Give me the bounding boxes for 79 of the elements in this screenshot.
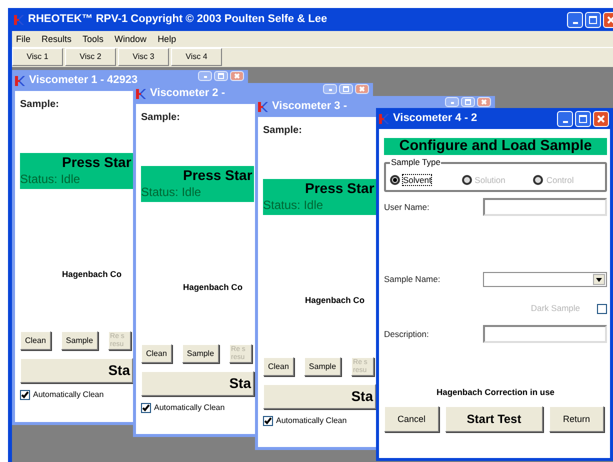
action-button[interactable]: Clean (141, 344, 172, 363)
start-button[interactable]: Sta (263, 384, 376, 409)
heading: Configure and Load Sample (384, 138, 607, 155)
correction-text: Hagenbach Correction in use (435, 387, 556, 399)
menu-item[interactable]: Window (114, 34, 147, 44)
checkbox-label: Automatically Clean (33, 390, 104, 400)
window-title: Viscometer 1 - 42923 (29, 74, 139, 88)
radio-label: Solution (474, 174, 506, 186)
sample-label: Sample: (263, 125, 302, 137)
action-button[interactable]: Sample (304, 357, 342, 376)
minimize-icon (328, 89, 332, 91)
action-button[interactable]: Sample (60, 331, 98, 350)
action-button[interactable]: Start Test (445, 406, 543, 432)
close-icon (481, 99, 487, 105)
checkbox[interactable] (263, 416, 273, 426)
close-icon (597, 114, 605, 122)
correction-text: Hagenbach Co (305, 295, 365, 307)
toolbar-button[interactable]: Visc 3 (118, 48, 169, 66)
minimize-icon (450, 102, 454, 104)
caret-icon (596, 278, 602, 282)
menu-item[interactable]: Help (158, 34, 176, 44)
status-text: Status: Idle (20, 171, 82, 187)
window-title: Viscometer 4 - 2 (393, 112, 478, 126)
action-button[interactable]: Clean (263, 357, 294, 376)
maximize-icon (343, 86, 349, 92)
close-icon (234, 73, 240, 79)
app-icon (379, 112, 389, 124)
correction-text: Hagenbach Co (62, 269, 122, 281)
window-title: Viscometer 2 - (150, 86, 226, 100)
prompt-text: Press Star (62, 153, 132, 171)
prompt-text: Press Star (183, 166, 254, 184)
checkbox[interactable] (141, 403, 151, 413)
app-icon (258, 100, 268, 112)
app-icon (15, 74, 25, 86)
maximize-icon (579, 114, 587, 122)
close-icon (359, 86, 365, 92)
toolbar-button[interactable]: Visc 2 (65, 48, 116, 66)
maximize-icon (465, 99, 471, 105)
checkbox-label: Dark Sample (530, 303, 580, 314)
prompt-text: Press Star (305, 179, 376, 197)
minimize-icon (562, 120, 568, 122)
menu-item[interactable]: Results (42, 34, 72, 44)
dropdown[interactable] (483, 272, 607, 287)
radio-label: Control (546, 174, 574, 186)
app-icon (14, 14, 24, 26)
action-button[interactable]: Cancel (384, 406, 439, 432)
window-title: RHEOTEK™ RPV-1 Copyright © 2003 Poulten Selfe & Lee (28, 12, 328, 26)
window-title: Viscometer 3 - (272, 100, 348, 114)
start-button[interactable]: Sta (20, 358, 133, 383)
maximize-icon (589, 16, 597, 24)
action-button[interactable]: Sample (182, 344, 220, 363)
radio-button[interactable] (390, 175, 400, 185)
input-field[interactable] (483, 325, 607, 343)
toolbar-button[interactable]: Visc 4 (171, 48, 222, 66)
sample-label: Sample: (20, 99, 59, 111)
minimize-icon (204, 76, 206, 78)
checkbox-label: Automatically Clean (154, 403, 225, 413)
menu-item[interactable]: File (16, 34, 31, 44)
status-text: Status: Idle (141, 184, 202, 200)
radio-label: Solvent (403, 174, 432, 186)
field-label: Sample Name: (384, 274, 440, 285)
sample-label: Sample: (141, 112, 180, 124)
checkbox[interactable] (20, 390, 30, 400)
correction-text: Hagenbach Co (183, 282, 243, 294)
status-text: Status: Idle (263, 197, 324, 213)
app-icon (136, 88, 146, 100)
menu-item[interactable]: Tools (82, 34, 104, 44)
field-label: Description: (384, 328, 429, 340)
minimize-icon (572, 22, 578, 24)
group-label: Sample Type (390, 157, 442, 168)
field-label: User Name: (384, 202, 430, 212)
input-field[interactable] (483, 198, 607, 216)
action-button[interactable]: Return (549, 406, 604, 432)
toolbar-button[interactable]: Visc 1 (12, 48, 63, 66)
action-button[interactable]: Clean (20, 331, 51, 350)
maximize-icon (218, 73, 224, 79)
close-icon (607, 16, 613, 24)
start-button[interactable]: Sta (141, 371, 254, 396)
checkbox-label: Automatically Clean (276, 416, 347, 426)
